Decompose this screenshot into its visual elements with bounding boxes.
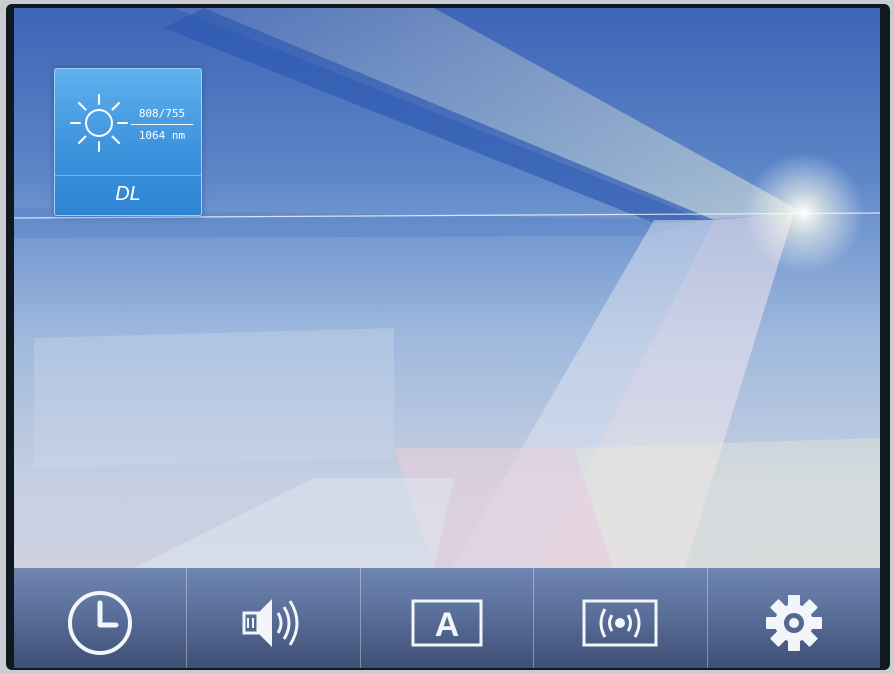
- wireless-signal-icon: [582, 599, 658, 647]
- tile-divider: [55, 175, 201, 176]
- sun-icon: [70, 94, 128, 152]
- wavelength-bottom: 1064 nm: [138, 129, 186, 142]
- letter-a-text: A: [435, 606, 460, 644]
- fraction-divider: [131, 124, 193, 125]
- dl-mode-tile[interactable]: 808/755 1064 nm DL: [54, 68, 202, 216]
- settings-button[interactable]: [708, 568, 880, 668]
- clock-button[interactable]: [14, 568, 188, 668]
- tile-label: DL: [115, 183, 141, 205]
- sound-button[interactable]: [187, 568, 361, 668]
- clock-icon: [68, 591, 133, 655]
- signal-button[interactable]: [534, 568, 708, 668]
- bottom-toolbar: A: [14, 568, 880, 668]
- touch-screen: 808/755 1064 nm DL A: [14, 8, 880, 668]
- letter-a-icon: A: [411, 599, 483, 647]
- gear-icon: [765, 595, 822, 651]
- wavelength-top: 808/755: [138, 107, 186, 120]
- language-button[interactable]: A: [361, 568, 535, 668]
- speaker-icon: [242, 599, 299, 647]
